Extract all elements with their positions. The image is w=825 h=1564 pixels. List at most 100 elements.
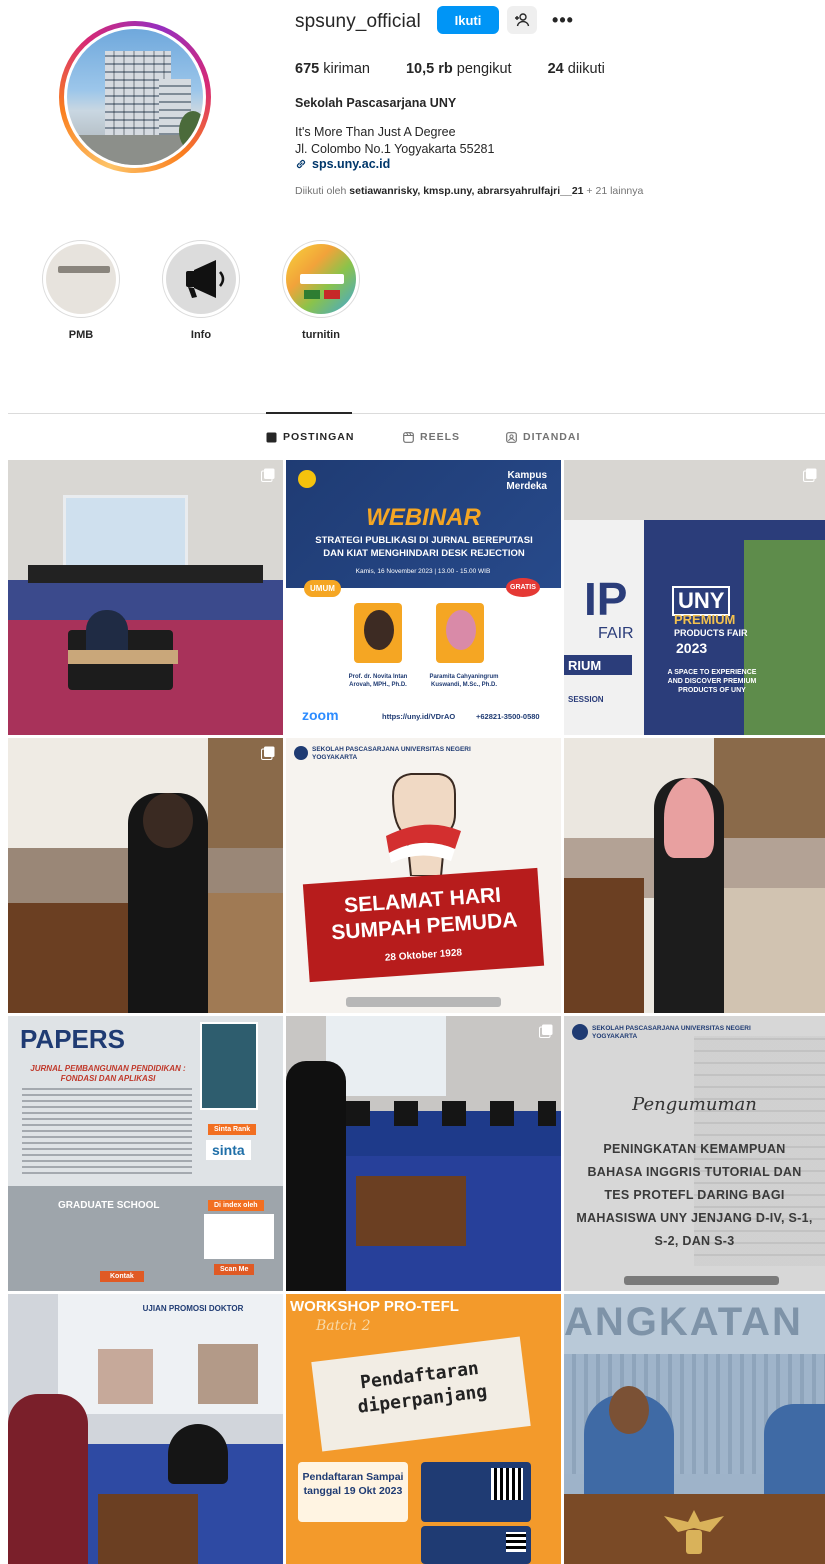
stat-posts-label: kiriman [323, 61, 370, 77]
follow-button[interactable]: Ikuti [437, 6, 499, 34]
banner-text: RIUM [568, 658, 602, 673]
screen-title: UJIAN PROMOSI DOKTOR [142, 1304, 244, 1313]
profile-stats: 675 kiriman 10,5 rb pengikut 24 diikuti [295, 61, 641, 77]
grid-icon [266, 432, 277, 442]
stat-posts: 675 kiriman [295, 61, 370, 77]
banner-text: SESSION [568, 695, 604, 704]
bio-line: It's More Than Just A Degree [295, 125, 456, 139]
stat-following[interactable]: 24 diikuti [548, 61, 605, 77]
profile-link[interactable]: sps.uny.ac.id [295, 157, 390, 171]
post-phone: +62821-3500-0580 [476, 712, 540, 721]
post-title: WEBINAR [366, 504, 481, 531]
post-subtitle: JURNAL PEMBANGUNAN PENDIDIKAN : FONDASI … [30, 1064, 186, 1083]
post-thumbnail[interactable]: Kampus Merdeka WEBINAR STRATEGI PUBLIKAS… [286, 460, 561, 735]
posts-grid: Kampus Merdeka WEBINAR STRATEGI PUBLIKAS… [8, 460, 825, 1564]
speaker-name: Paramita Cahyaningrum Kuswandi, M.Sc., P… [429, 674, 499, 688]
tab-posts[interactable]: POSTINGAN [266, 431, 354, 443]
tab-reels-label: REELS [420, 431, 461, 443]
post-thumbnail[interactable]: ANGKATAN [564, 1294, 825, 1564]
post-schedule: Kamis, 16 November 2023 | 13.00 - 15.00 … [355, 568, 491, 575]
stat-followers-label: pengikut [456, 61, 512, 77]
multiple-posts-icon [261, 746, 275, 760]
active-tab-indicator [266, 412, 352, 414]
raised-fist-icon [386, 773, 461, 876]
more-options-button[interactable]: ••• [550, 9, 576, 31]
banner-text: FAIR [598, 625, 634, 642]
tabs-divider [8, 413, 825, 414]
banner-text: PRODUCTS FAIR [674, 628, 748, 638]
banner-text: A SPACE TO EXPERIENCE AND DISCOVER PREMI… [667, 669, 757, 694]
post-script-title: Pengumuman [632, 1094, 757, 1115]
stat-followers-count: 10,5 rb [405, 61, 453, 77]
highlight-pmb[interactable]: PMB [41, 240, 121, 341]
tab-posts-label: POSTINGAN [283, 431, 355, 443]
post-header: SEKOLAH PASCASARJANA UNIVERSITAS NEGERI … [312, 746, 471, 761]
post-deadline: Pendaftaran Sampai tanggal 19 Okt 2023 [302, 1471, 404, 1497]
highlight-info[interactable]: Info [161, 240, 241, 341]
link-icon [296, 159, 306, 169]
profile-avatar-ring[interactable] [59, 21, 211, 173]
multiple-posts-icon [261, 468, 275, 482]
profile-link-text: sps.uny.ac.id [312, 157, 391, 171]
post-thumbnail[interactable]: SEKOLAH PASCASARJANA UNIVERSITAS NEGERI … [286, 738, 561, 1013]
highlight-turnitin[interactable]: turnitin [281, 240, 361, 341]
highlight-cover [166, 244, 236, 314]
post-title: WORKSHOP PRO-TEFL [290, 1298, 459, 1315]
post-thumbnail[interactable]: IP FAIR RIUM SESSION UNY PREMIUM PRODUCT… [564, 460, 825, 735]
post-badge: Kampus Merdeka [506, 470, 547, 492]
stat-following-count: 24 [547, 61, 564, 77]
post-title: PAPERS [20, 1024, 125, 1054]
post-thumbnail[interactable] [564, 738, 825, 1013]
suggest-accounts-button[interactable] [507, 6, 537, 34]
post-subtitle: STRATEGI PUBLIKASI DI JURNAL BEREPUTASI … [315, 535, 533, 559]
highlight-label: Info [190, 329, 212, 341]
post-tag: UMUM [304, 580, 341, 597]
tab-tagged[interactable]: DITANDAI [506, 431, 580, 443]
post-thumbnail[interactable]: WORKSHOP PRO-TEFL Batch 2 Pendaftaran di… [286, 1294, 561, 1564]
multiple-posts-icon [539, 1024, 553, 1038]
highlight-cover [286, 244, 356, 314]
post-tag: GRATIS [506, 578, 540, 597]
post-badge: Kontak [100, 1271, 144, 1282]
add-person-icon [515, 13, 530, 27]
multiple-posts-icon [803, 468, 817, 482]
stat-posts-count: 675 [295, 61, 320, 77]
school-label: GRADUATE SCHOOL [58, 1200, 160, 1211]
banner-text: IP [584, 573, 628, 625]
post-url: https://uny.id/VDrAO [382, 712, 456, 721]
tab-tagged-label: DITANDAI [523, 431, 581, 443]
bio-line: Jl. Colombo No.1 Yogyakarta 55281 [295, 141, 495, 156]
post-thumbnail[interactable]: SEKOLAH PASCASARJANA UNIVERSITAS NEGERI … [564, 1016, 825, 1291]
reels-icon [403, 431, 414, 443]
post-thumbnail[interactable] [8, 460, 283, 735]
post-badge: Sinta Rank [208, 1124, 257, 1135]
profile-username: spsuny_official [295, 11, 421, 32]
post-batch: Batch 2 [316, 1318, 371, 1334]
post-thumbnail[interactable]: PAPERS JURNAL PEMBANGUNAN PENDIDIKAN : F… [8, 1016, 283, 1291]
post-thumbnail[interactable]: UJIAN PROMOSI DOKTOR [8, 1294, 283, 1564]
followed-by[interactable]: Diikuti oleh setiawanrisky, kmsp.uny, ab… [295, 185, 643, 197]
profile-bio: It's More Than Just A Degree Jl. Colombo… [295, 124, 494, 157]
highlight-label: turnitin [302, 329, 340, 341]
banner-text: ANGKATAN [564, 1300, 803, 1344]
tab-reels[interactable]: REELS [403, 431, 460, 443]
post-thumbnail[interactable] [286, 1016, 561, 1291]
megaphone-icon [186, 260, 225, 298]
post-badge: Di index oleh [208, 1200, 264, 1211]
banner-text: PREMIUM [674, 612, 736, 627]
highlight-cover [46, 244, 116, 314]
followed-by-prefix: Diikuti oleh [295, 185, 350, 197]
stat-following-label: diikuti [567, 61, 605, 77]
more-dots-icon: ••• [552, 9, 574, 30]
avatar [67, 29, 203, 165]
followed-by-suffix: + 21 lainnya [583, 185, 644, 197]
tagged-icon [506, 431, 517, 443]
post-title: PENINGKATAN KEMAMPUAN BAHASA INGGRIS TUT… [576, 1142, 813, 1248]
stat-followers[interactable]: 10,5 rb pengikut [406, 61, 512, 77]
sinta-logo: sinta [206, 1140, 251, 1160]
banner-text: 2023 [676, 640, 708, 656]
highlight-label: PMB [68, 329, 94, 341]
post-badge: Scan Me [214, 1264, 255, 1275]
post-thumbnail[interactable] [8, 738, 283, 1013]
speaker-name: Prof. dr. Novita Intan Arovah, MPH., Ph.… [348, 674, 408, 688]
